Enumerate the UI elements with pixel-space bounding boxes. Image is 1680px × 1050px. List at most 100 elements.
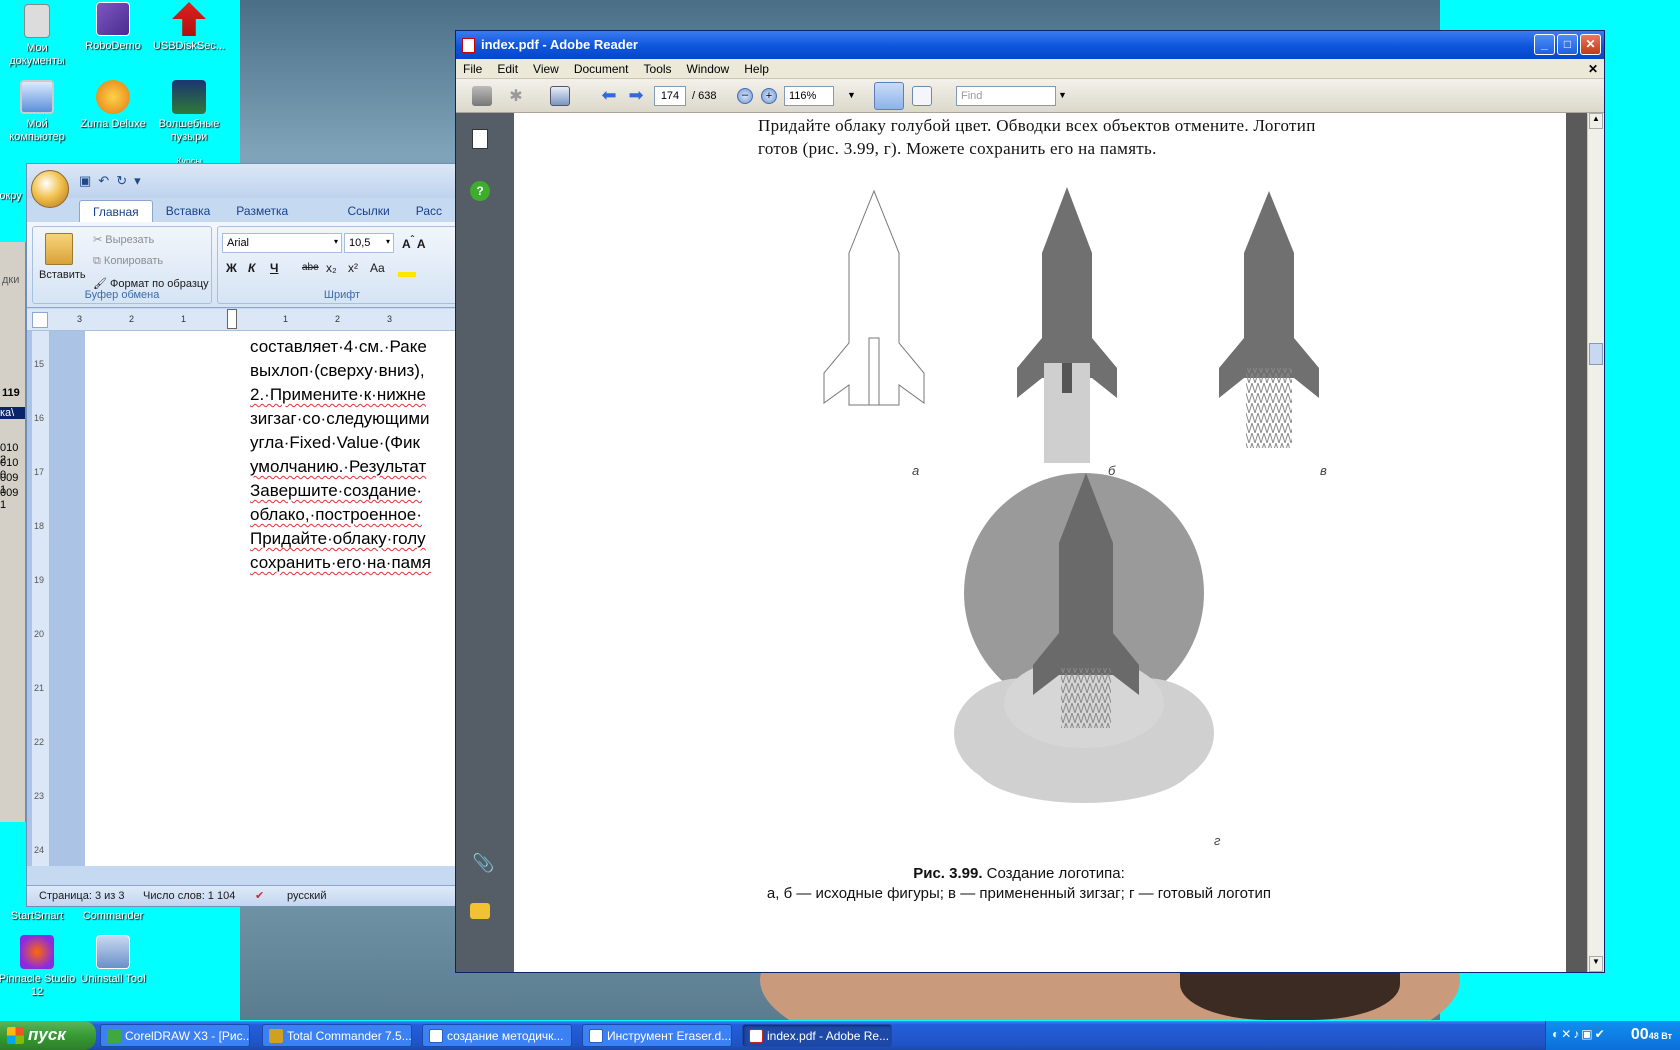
taskbar-item-word-doc[interactable]: создание методичк... [422, 1024, 572, 1047]
chevron-down-icon[interactable]: ▼ [847, 90, 856, 100]
select-tool-icon[interactable] [550, 86, 570, 106]
tab-home[interactable]: Главная [79, 200, 153, 222]
menu-window[interactable]: Window [680, 59, 738, 78]
page-number-input[interactable]: 174 [654, 86, 686, 106]
menu-view[interactable]: View [526, 59, 567, 78]
underline-button[interactable]: Ч [270, 261, 278, 275]
fit-page-icon[interactable] [912, 86, 932, 106]
taskbar-item-adobe-reader[interactable]: index.pdf - Adobe Re... [742, 1024, 892, 1047]
taskbar-item-coreldraw[interactable]: CorelDRAW X3 - [Рис... [100, 1024, 250, 1047]
desktop-icon-uninstall[interactable]: Uninstall Tool [74, 935, 152, 986]
subscript-button[interactable]: x₂ [326, 261, 337, 275]
quick-access-toolbar: ▣↶↻▾ [79, 173, 148, 189]
scroll-down-arrow[interactable]: ▼ [1589, 956, 1603, 972]
clock[interactable]: 0048 Вт [1631, 1026, 1672, 1044]
adobe-reader-window: index.pdf - Adobe Reader _ □ ✕ File Edit… [455, 30, 1605, 973]
previous-page-icon[interactable]: ⬅ [599, 86, 619, 106]
bubbles-game-icon [172, 80, 206, 114]
spellcheck-icon[interactable]: ✔ [255, 889, 264, 902]
doc-line: Завершите·создание· [250, 481, 423, 500]
desktop-icon-pinnacle[interactable]: Pinnacle Studio 12 [0, 935, 76, 999]
sign-icon[interactable]: ✱ [506, 86, 526, 106]
cut-label: Вырезать [105, 234, 155, 246]
chevron-down-icon[interactable]: ▼ [1058, 90, 1067, 100]
desktop-icon-commander[interactable]: Commander [74, 910, 152, 923]
status-language[interactable]: русский [287, 890, 326, 902]
desktop-icon-usbdisk[interactable]: USBDiskSec... [150, 2, 228, 53]
menu-edit[interactable]: Edit [490, 59, 526, 78]
italic-button[interactable]: К [248, 261, 255, 275]
cut-button[interactable]: ✂ Вырезать [93, 233, 154, 246]
customize-qat-icon[interactable]: ▾ [134, 173, 148, 188]
zoom-out-icon[interactable]: – [737, 88, 753, 104]
font-name-select[interactable]: Arial ▾ [222, 233, 342, 253]
taskbar: пуск CorelDRAW X3 - [Рис... Total Comman… [0, 1021, 1680, 1050]
help-icon[interactable]: ? [470, 181, 490, 201]
comments-icon[interactable] [470, 903, 490, 919]
desktop-icon-label: Uninstall Tool [80, 973, 146, 985]
grow-font-button[interactable]: Aˆ A [402, 235, 426, 251]
office-button[interactable] [31, 170, 69, 208]
taskbar-item-label: Инструмент Eraser.d... [607, 1029, 732, 1043]
superscript-button[interactable]: x² [348, 261, 358, 275]
bold-button[interactable]: Ж [226, 261, 237, 275]
desktop-icon-zuma[interactable]: Zuma Deluxe [74, 80, 152, 131]
indent-marker[interactable] [227, 309, 237, 329]
vertical-scrollbar[interactable]: ▲ ▼ [1587, 113, 1604, 972]
highlight-icon[interactable] [398, 261, 416, 277]
horizontal-ruler[interactable]: 3 2 1 1 2 3 [27, 309, 455, 331]
tab-mailings[interactable]: Расс [403, 200, 455, 222]
pages-icon[interactable] [472, 129, 488, 149]
tab-references[interactable]: Ссылки [334, 200, 402, 222]
pdf-text-line: готов (рис. 3.99, г). Можете сохранить е… [758, 139, 1157, 158]
attachments-icon[interactable]: 📎 [472, 853, 494, 874]
scroll-thumb[interactable] [1589, 343, 1603, 365]
scroll-up-arrow[interactable]: ▲ [1589, 113, 1603, 129]
zoom-select[interactable]: 116% [784, 86, 834, 106]
status-page[interactable]: Страница: 3 из 3 [39, 890, 125, 902]
doc-line: умолчанию.·Результат [250, 457, 427, 476]
desktop-icon-bubbles[interactable]: Волшебные пузыри [150, 80, 228, 144]
vertical-ruler[interactable]: 15 16 17 18 19 20 21 22 23 24 [32, 331, 50, 866]
fit-width-icon[interactable] [874, 82, 904, 110]
menu-file[interactable]: File [456, 59, 490, 78]
rocket-filled [1017, 187, 1117, 463]
background-window-fragment: дки 119 ка\ 010 2 010 0 009 1 009 1 [0, 242, 26, 822]
close-document-icon[interactable]: ✕ [1581, 59, 1604, 78]
maximize-button[interactable]: □ [1557, 34, 1578, 55]
document-page[interactable]: составляет·4·см.·Раке выхлоп·(сверху·вни… [85, 331, 455, 866]
pdf-page[interactable]: Придайте облаку голубой цвет. Обводки вс… [514, 113, 1566, 972]
redo-icon[interactable]: ↻ [116, 173, 134, 188]
copy-button[interactable]: ⧉ Копировать [93, 255, 163, 268]
print-icon[interactable] [472, 86, 492, 106]
menu-document[interactable]: Document [567, 59, 637, 78]
strikethrough-button[interactable]: abe [302, 262, 319, 273]
change-case-button[interactable]: Aa [370, 261, 385, 275]
undo-icon[interactable]: ↶ [98, 173, 116, 188]
start-button[interactable]: пуск [0, 1021, 96, 1050]
minimize-button[interactable]: _ [1534, 34, 1555, 55]
menu-tools[interactable]: Tools [637, 59, 680, 78]
desktop-icon-startsmart[interactable]: StartSmart [0, 910, 76, 923]
close-button[interactable]: ✕ [1580, 34, 1601, 55]
tab-insert[interactable]: Вставка [153, 200, 224, 222]
paste-button[interactable]: Вставить [39, 269, 86, 281]
save-icon[interactable]: ▣ [79, 173, 98, 188]
find-input[interactable]: Find [956, 86, 1056, 106]
next-page-icon[interactable]: ➡ [626, 86, 646, 106]
desktop-icon-robodemo[interactable]: RoboDemo [74, 2, 152, 53]
usb-arrow-icon [172, 2, 206, 36]
desktop-icon-my-computer[interactable]: Мой компьютер [0, 80, 76, 144]
status-words[interactable]: Число слов: 1 104 [143, 890, 235, 902]
desktop-icon-my-documents[interactable]: Мои документы [0, 4, 76, 68]
tab-page-layout[interactable]: Разметка страницы [223, 200, 334, 232]
zoom-in-icon[interactable]: + [761, 88, 777, 104]
paste-icon[interactable] [45, 233, 73, 265]
ribbon-tabs: Главная Вставка Разметка страницы Ссылки… [79, 200, 455, 232]
taskbar-item-eraser-doc[interactable]: Инструмент Eraser.d... [582, 1024, 732, 1047]
taskbar-item-total-commander[interactable]: Total Commander 7.5... [262, 1024, 412, 1047]
tab-selector[interactable] [32, 312, 48, 328]
tray-icons[interactable]: ◐✕♪▣✔ [1552, 1027, 1607, 1041]
font-size-select[interactable]: 10,5 ▾ [344, 233, 394, 253]
menu-help[interactable]: Help [737, 59, 777, 78]
